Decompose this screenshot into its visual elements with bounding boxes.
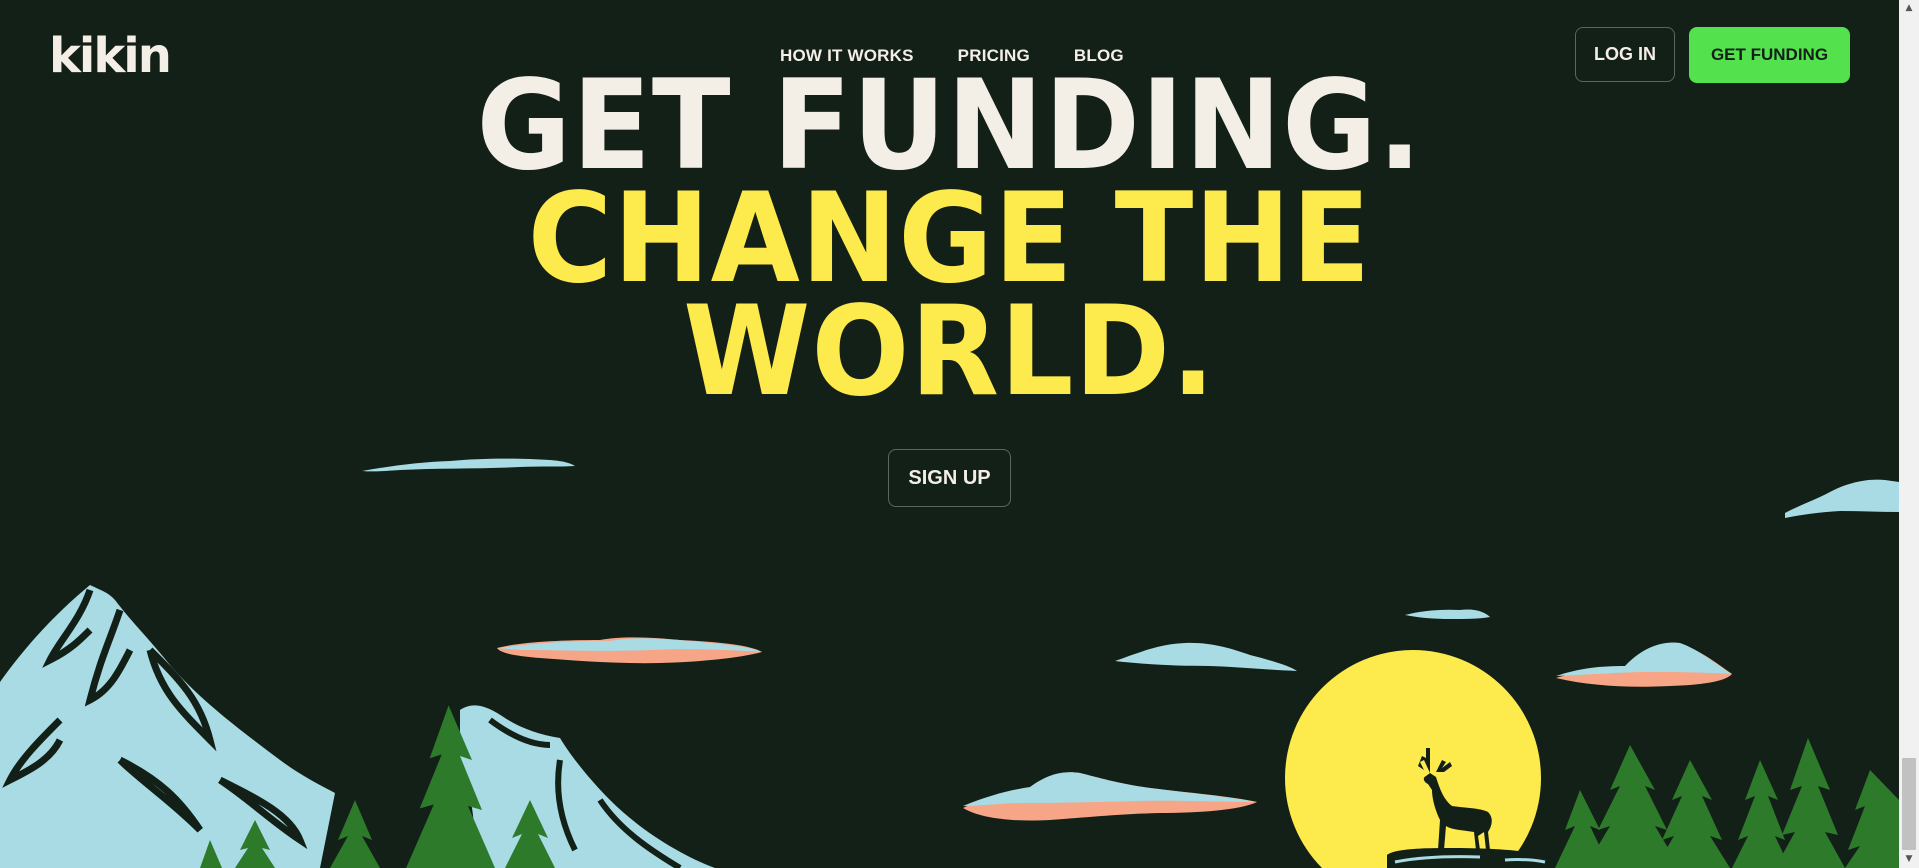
scrollbar-thumb[interactable] — [1902, 758, 1916, 850]
cloud — [1115, 642, 1297, 671]
cloud — [1556, 642, 1732, 676]
cloud — [1405, 609, 1490, 619]
signup-button[interactable]: SIGN UP — [888, 449, 1011, 507]
vertical-scrollbar[interactable]: ▲ ▼ — [1899, 0, 1919, 868]
scroll-down-arrow-icon[interactable]: ▼ — [1899, 851, 1919, 868]
cloud — [963, 772, 1257, 806]
page: kikin HOW IT WORKS PRICING BLOG LOG IN G… — [0, 0, 1919, 868]
sun — [1285, 650, 1541, 868]
hero-line-3: WORLD. — [683, 280, 1216, 424]
hero-headline: GET FUNDING. CHANGE THE WORLD. — [0, 64, 1899, 424]
scroll-up-arrow-icon[interactable]: ▲ — [1899, 0, 1919, 17]
cloud — [1785, 479, 1899, 518]
trees-right — [1555, 738, 1899, 868]
cloud — [362, 458, 575, 472]
